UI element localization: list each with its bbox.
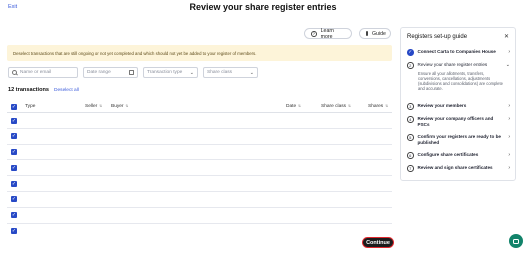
sort-icon: ⇅ <box>348 104 351 108</box>
table-row[interactable]: ✓ <box>7 113 392 129</box>
guide-step-description: Ensure all your allotments, transfers, c… <box>418 70 503 91</box>
guide-step-1[interactable]: ✓ Connect Carta to Companies House › <box>407 49 513 56</box>
share-class-select[interactable]: Share class ⌄ <box>203 67 258 78</box>
chat-button[interactable] <box>509 234 523 248</box>
sort-icon: ⇅ <box>385 104 389 108</box>
row-checkbox[interactable]: ✓ <box>11 212 17 219</box>
calendar-icon <box>129 70 134 75</box>
chevron-down-icon: ⌄ <box>189 69 194 76</box>
search-icon <box>12 70 17 75</box>
learn-more-button[interactable]: ? Learn more <box>304 27 352 40</box>
select-all-checkbox[interactable]: ✓ <box>11 103 17 110</box>
chevron-right-icon: › <box>508 103 510 109</box>
guide-step-2[interactable]: 2 Review your share register entries ⌄ E… <box>407 62 513 91</box>
chat-icon <box>513 238 519 244</box>
chevron-down-icon: ⌄ <box>505 62 510 68</box>
row-checkbox[interactable]: ✓ <box>11 133 17 140</box>
top-bar: Exit Review your share register entries <box>0 0 526 16</box>
guide-label: Guide <box>372 30 386 37</box>
guide-step-7[interactable]: 7 Review and sign share certificates › <box>407 165 513 172</box>
transaction-count: 12 transactions <box>8 87 50 93</box>
book-icon <box>366 31 368 36</box>
chevron-right-icon: › <box>508 134 510 140</box>
row-checkbox[interactable]: ✓ <box>11 180 17 187</box>
row-checkbox[interactable]: ✓ <box>11 196 17 203</box>
row-checkbox[interactable]: ✓ <box>11 164 17 171</box>
guide-title: Registers set-up guide <box>407 34 468 40</box>
transactions-summary: 12 transactions Deselect all <box>8 87 79 93</box>
share-class-placeholder: Share class <box>207 70 233 75</box>
row-checkbox[interactable]: ✓ <box>11 228 17 235</box>
column-header-type[interactable]: Type <box>25 104 35 109</box>
table-row[interactable]: ✓ <box>7 145 392 161</box>
date-range-filter[interactable]: Date range <box>83 67 138 78</box>
guide-step-6[interactable]: 6 Configure share certificates › <box>407 152 513 159</box>
search-placeholder: Name or email <box>20 70 52 75</box>
close-icon[interactable]: ✕ <box>504 33 509 40</box>
sort-icon: ⇅ <box>99 104 103 108</box>
column-header-buyer[interactable]: Buyer ⇅ <box>111 104 128 109</box>
setup-guide-panel: Registers set-up guide ✕ ✓ Connect Carta… <box>400 27 516 181</box>
sort-icon: ⇅ <box>298 104 302 108</box>
chevron-right-icon: › <box>508 165 510 171</box>
guide-button[interactable]: Guide <box>359 28 391 39</box>
row-checkbox[interactable]: ✓ <box>11 149 17 156</box>
column-header-share-class[interactable]: Share class ⇅ <box>321 104 351 109</box>
deselect-all-link[interactable]: Deselect all <box>54 88 79 93</box>
guide-step-4[interactable]: 4 Review your company officers and PSCs … <box>407 116 513 127</box>
guide-step-5[interactable]: 5 Confirm your registers are ready to be… <box>407 134 513 145</box>
date-range-placeholder: Date range <box>87 70 111 75</box>
guide-step-3[interactable]: 3 Review your members › <box>407 103 513 110</box>
transaction-type-placeholder: Transaction type <box>147 70 183 75</box>
chevron-right-icon: › <box>508 116 510 122</box>
search-input[interactable]: Name or email <box>8 67 78 78</box>
table-row[interactable]: ✓ <box>7 208 392 224</box>
table-header: ✓ Type Seller ⇅ Buyer ⇅ Date ⇅ Share class ⇅… <box>7 100 392 113</box>
question-circle-icon: ? <box>311 30 317 37</box>
table-row[interactable]: ✓ <box>7 176 392 192</box>
column-header-date[interactable]: Date ⇅ <box>286 104 301 109</box>
table-row[interactable]: ✓ <box>7 192 392 208</box>
chevron-right-icon: › <box>508 152 510 158</box>
column-header-seller[interactable]: Seller ⇅ <box>85 104 102 109</box>
check-circle-icon: ✓ <box>407 49 414 56</box>
chevron-down-icon: ⌄ <box>249 69 254 76</box>
column-header-shares[interactable]: Shares ⇅ <box>368 104 388 109</box>
chevron-right-icon: › <box>508 49 510 55</box>
banner-text: Deselect transactions that are still ong… <box>13 50 257 56</box>
table-row[interactable]: ✓ <box>7 129 392 145</box>
table-row[interactable]: ✓ <box>7 224 392 235</box>
continue-button[interactable]: Continue <box>362 237 394 248</box>
info-banner: Deselect transactions that are still ong… <box>7 45 392 61</box>
table-row[interactable]: ✓ <box>7 160 392 177</box>
sort-icon: ⇅ <box>125 104 129 108</box>
row-checkbox[interactable]: ✓ <box>11 117 17 124</box>
learn-more-label: Learn more <box>320 27 334 40</box>
page-title: Review your share register entries <box>189 2 337 12</box>
transactions-table: ✓ Type Seller ⇅ Buyer ⇅ Date ⇅ Share class ⇅… <box>7 100 392 235</box>
transaction-type-select[interactable]: Transaction type ⌄ <box>143 67 198 78</box>
